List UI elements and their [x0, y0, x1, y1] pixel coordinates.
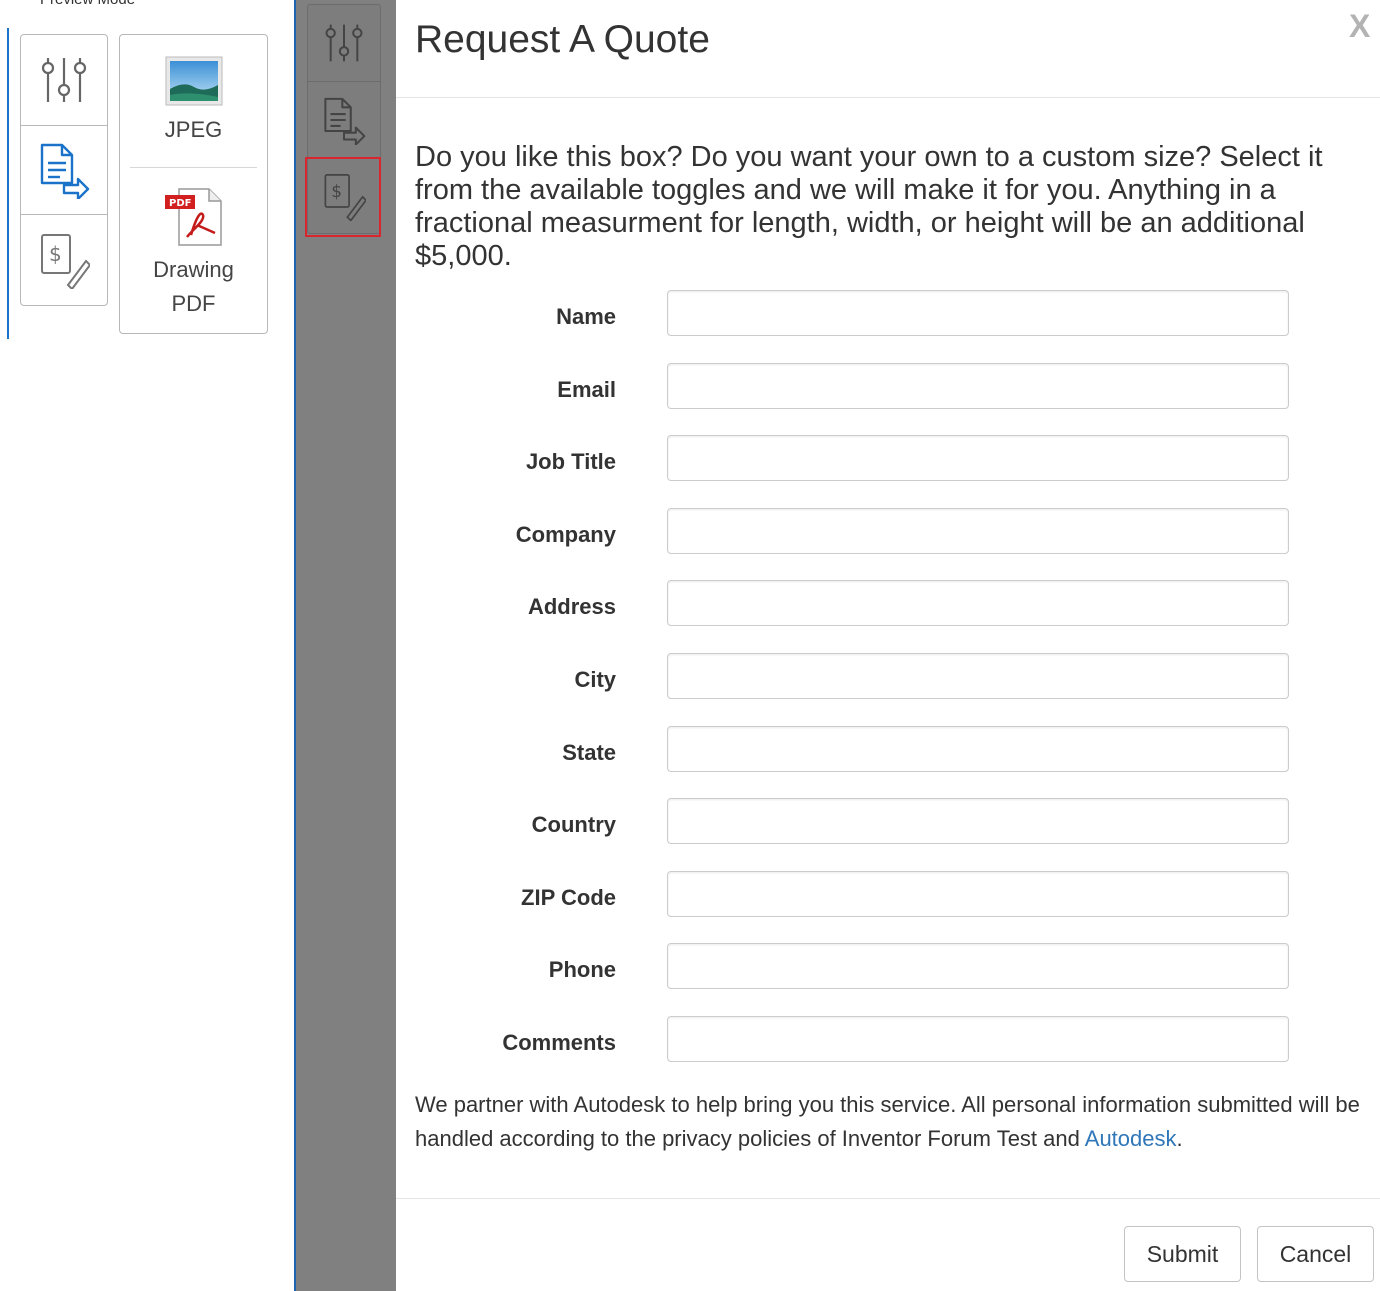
privacy-end: . [1176, 1126, 1183, 1151]
autodesk-link[interactable]: Autodesk [1085, 1126, 1177, 1151]
export-options-panel: JPEG PDF Drawing PDF [119, 34, 268, 334]
job-title-label: Job Title [525, 449, 616, 474]
background-top-text: Preview Mode [40, 0, 135, 8]
phone-label: Phone [548, 957, 616, 982]
form-row: Address [396, 580, 1380, 628]
city-input[interactable] [667, 653, 1289, 699]
export-document-icon [324, 97, 366, 145]
pdf-icon: PDF [164, 188, 222, 246]
form-row: Company [396, 508, 1380, 556]
export-jpeg-option[interactable]: JPEG [120, 55, 267, 147]
cancel-button[interactable]: Cancel [1257, 1226, 1374, 1282]
export-option-label: Drawing PDF [153, 257, 234, 316]
company-label: Company [515, 522, 616, 547]
state-label: State [562, 740, 616, 765]
state-input[interactable] [667, 726, 1289, 772]
dialog-intro-text: Do you like this box? Do you want your o… [415, 141, 1323, 272]
request-quote-dialog: Request A Quote X Do you like this box? … [396, 0, 1380, 1291]
configurator-toolbar: $ [20, 34, 108, 306]
background-top-text-strip: Preview Mode [0, 0, 300, 8]
footer-divider [396, 1198, 1380, 1199]
address-label: Address [527, 594, 616, 619]
dimmed-parameters-button [308, 5, 380, 82]
comments-label: Comments [502, 1030, 616, 1055]
submit-button[interactable]: Submit [1124, 1226, 1241, 1282]
dialog-title: Request A Quote [415, 18, 710, 61]
phone-input[interactable] [667, 943, 1289, 989]
email-label: Email [557, 377, 616, 402]
country-input[interactable] [667, 798, 1289, 844]
quote-dollar-icon: $ [41, 234, 90, 289]
form-row: Country [396, 798, 1380, 846]
privacy-notice: We partner with Autodesk to help bring y… [415, 1088, 1375, 1156]
form-row: City [396, 653, 1380, 701]
divider [130, 167, 257, 168]
export-pdf-option[interactable]: PDF Drawing PDF [120, 185, 267, 321]
form-row: Job Title [396, 435, 1380, 483]
svg-text:$: $ [49, 242, 62, 266]
address-input[interactable] [667, 580, 1289, 626]
close-button[interactable]: X [1349, 8, 1370, 45]
quote-button-highlight [305, 157, 381, 237]
request-quote-button[interactable]: $ [21, 215, 107, 305]
company-input[interactable] [667, 508, 1289, 554]
form-row: Name [396, 290, 1380, 338]
header-divider [396, 97, 1380, 98]
email-input[interactable] [667, 363, 1289, 409]
form-row: Comments [396, 1016, 1380, 1064]
zip-code-input[interactable] [667, 871, 1289, 917]
jpeg-image-icon [165, 56, 222, 106]
privacy-text: We partner with Autodesk to help bring y… [415, 1092, 1360, 1151]
name-input[interactable] [667, 290, 1289, 336]
country-label: Country [531, 812, 616, 837]
active-panel-indicator [7, 28, 9, 339]
parameters-button[interactable] [21, 35, 107, 126]
comments-input[interactable] [667, 1016, 1289, 1062]
export-option-label: JPEG [164, 117, 223, 142]
export-document-icon [40, 143, 90, 199]
form-row: Phone [396, 943, 1380, 991]
svg-text:PDF: PDF [169, 198, 191, 209]
sliders-icon [325, 24, 363, 62]
city-label: City [574, 667, 616, 692]
sliders-icon [41, 58, 87, 102]
dimmed-export-button [308, 82, 380, 158]
form-row: Email [396, 363, 1380, 411]
zip-code-label: ZIP Code [521, 885, 616, 910]
name-label: Name [556, 304, 616, 329]
backdrop-edge [294, 0, 296, 1291]
form-row: ZIP Code [396, 871, 1380, 919]
form-row: State [396, 726, 1380, 774]
export-button[interactable] [21, 126, 107, 215]
job-title-input[interactable] [667, 435, 1289, 481]
